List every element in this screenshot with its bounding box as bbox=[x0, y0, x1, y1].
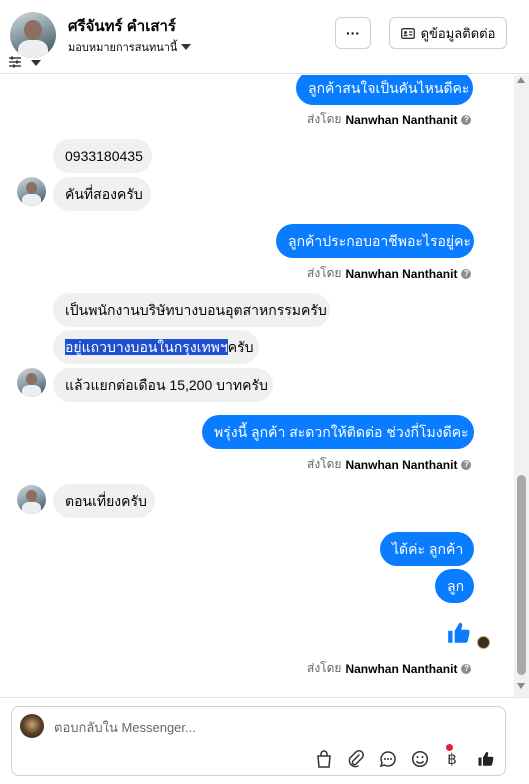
composer-divider bbox=[0, 697, 529, 698]
sent-by-prefix: ส่งโดย bbox=[307, 266, 342, 280]
chevron-down-icon bbox=[181, 44, 192, 50]
info-icon[interactable]: ? bbox=[461, 268, 472, 279]
chat-bubble-icon[interactable] bbox=[378, 749, 398, 769]
sent-by-prefix: ส่งโดย bbox=[307, 661, 342, 675]
outgoing-message[interactable]: พรุ่งนี้ ลูกค้า สะดวกให้ติดต่อ ช่วงกี่โม… bbox=[202, 415, 474, 449]
view-contact-info-button[interactable]: ดูข้อมูลติดต่อ bbox=[389, 17, 507, 49]
more-label: ··· bbox=[346, 25, 360, 41]
outgoing-message[interactable]: ลูกค้าประกอบอาชีพอะไรอยู่คะ bbox=[276, 224, 474, 258]
sliders-icon[interactable] bbox=[8, 55, 22, 69]
sender-avatar[interactable] bbox=[17, 485, 46, 514]
assign-conversation-dropdown[interactable]: มอบหมายการสนทนานี้ bbox=[68, 38, 192, 56]
incoming-message[interactable]: 0933180435 bbox=[53, 139, 152, 173]
thumbs-up-icon[interactable] bbox=[476, 749, 496, 769]
baht-icon[interactable]: ฿ bbox=[442, 749, 462, 769]
outgoing-message[interactable]: ลูก bbox=[435, 569, 474, 603]
message-composer: ฿ bbox=[11, 706, 506, 776]
sent-by-label: ส่งโดย Nanwhan Nanthanit ? bbox=[307, 264, 472, 283]
incoming-message[interactable]: คันที่สองครับ bbox=[53, 177, 151, 211]
page-avatar bbox=[20, 714, 44, 738]
thumbs-up-icon[interactable] bbox=[446, 620, 472, 646]
chat-header: ศรีจันทร์ คำเสาร์ มอบหมายการสนทนานี้ ···… bbox=[0, 0, 529, 74]
sent-by-name: Nanwhan Nanthanit bbox=[345, 661, 458, 676]
notification-dot bbox=[446, 744, 453, 751]
id-card-icon bbox=[400, 27, 415, 39]
scroll-up-arrow-icon[interactable] bbox=[517, 77, 525, 83]
sent-by-prefix: ส่งโดย bbox=[307, 112, 342, 126]
message-text-rest: ครับ bbox=[227, 339, 254, 355]
incoming-message[interactable]: เป็นพนักงานบริษัทบางบอนอุตสาหกรรมครับ bbox=[53, 293, 330, 327]
info-icon[interactable]: ? bbox=[461, 459, 472, 470]
highlighted-text[interactable]: อยู่แถวบางบอนในกรุงเทพฯ bbox=[65, 339, 228, 355]
sender-avatar[interactable] bbox=[17, 177, 46, 206]
info-icon[interactable]: ? bbox=[461, 114, 472, 125]
message-thread: ลูกค้าสนใจเป็นคันไหนดีคะ ส่งโดย Nanwhan … bbox=[0, 75, 514, 697]
sent-by-label: ส่งโดย Nanwhan Nanthanit ? bbox=[307, 455, 472, 474]
sender-avatar[interactable] bbox=[17, 368, 46, 397]
incoming-message[interactable]: แล้วแยกต่อเดือน 15,200 บาทครับ bbox=[53, 368, 273, 402]
assign-label: มอบหมายการสนทนานี้ bbox=[68, 42, 178, 54]
incoming-message[interactable]: อยู่แถวบางบอนในกรุงเทพฯครับ bbox=[53, 330, 259, 364]
emoji-icon[interactable] bbox=[410, 749, 430, 769]
info-icon[interactable]: ? bbox=[461, 663, 472, 674]
more-options-button[interactable]: ··· bbox=[335, 17, 371, 49]
contact-name[interactable]: ศรีจันทร์ คำเสาร์ bbox=[68, 14, 176, 38]
sent-by-label: ส่งโดย Nanwhan Nanthanit ? bbox=[307, 659, 472, 678]
scrollbar[interactable] bbox=[514, 75, 529, 697]
outgoing-message[interactable]: ลูกค้าสนใจเป็นคันไหนดีคะ bbox=[296, 75, 473, 105]
sent-by-label: ส่งโดย Nanwhan Nanthanit ? bbox=[307, 110, 472, 129]
sent-by-name: Nanwhan Nanthanit bbox=[345, 266, 458, 281]
sent-by-name: Nanwhan Nanthanit bbox=[345, 112, 458, 127]
outgoing-message[interactable]: ได้ค่ะ ลูกค้า bbox=[380, 532, 474, 566]
sent-by-name: Nanwhan Nanthanit bbox=[345, 457, 458, 472]
contact-avatar[interactable] bbox=[10, 12, 56, 58]
shopping-bag-icon[interactable] bbox=[314, 749, 334, 769]
filter-chevron-down-icon[interactable] bbox=[31, 60, 41, 66]
contact-info-label: ดูข้อมูลติดต่อ bbox=[420, 25, 496, 41]
paperclip-icon[interactable] bbox=[346, 749, 366, 769]
sent-by-prefix: ส่งโดย bbox=[307, 457, 342, 471]
scrollbar-thumb[interactable] bbox=[517, 475, 526, 675]
seen-avatar bbox=[477, 636, 490, 649]
reply-input[interactable] bbox=[54, 717, 434, 737]
scroll-down-arrow-icon[interactable] bbox=[517, 683, 525, 689]
incoming-message[interactable]: ตอนเที่ยงครับ bbox=[53, 484, 155, 518]
